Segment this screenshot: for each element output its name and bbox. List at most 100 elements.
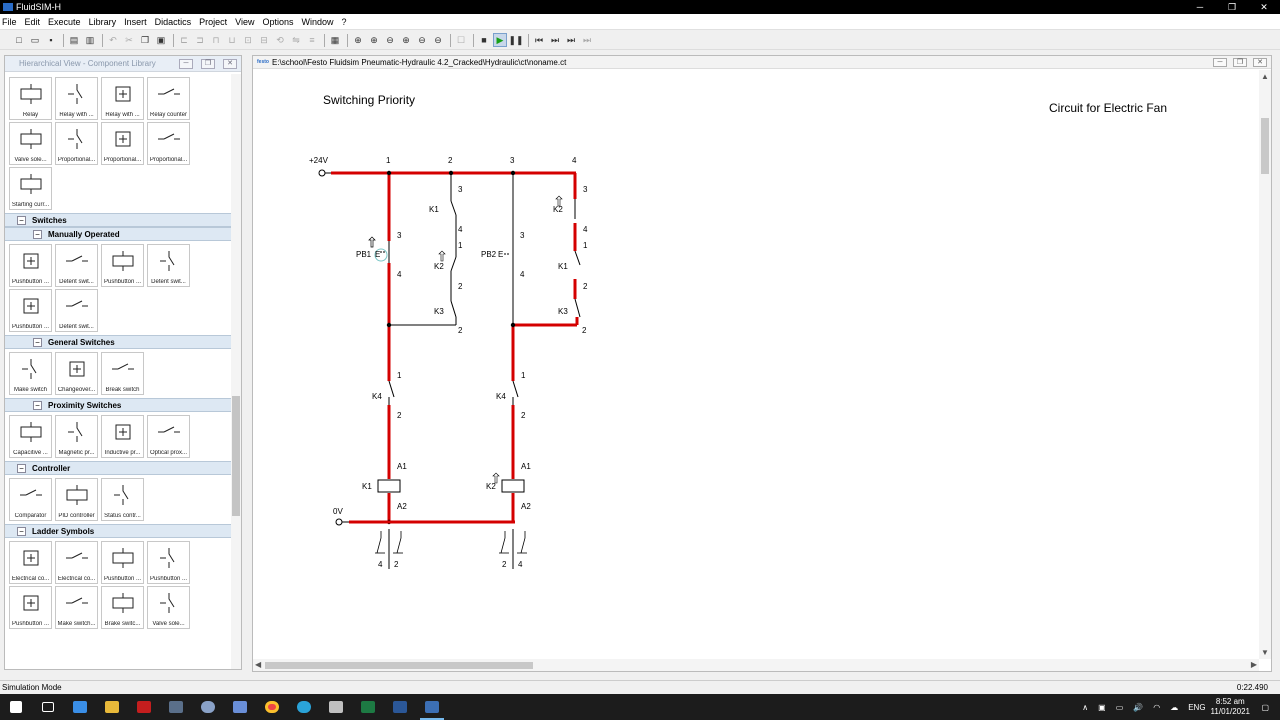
canvas-horizontal-scrollbar[interactable]: ◀ ▶ bbox=[253, 659, 1259, 671]
copy-icon[interactable]: ❐ bbox=[138, 33, 152, 47]
collapse-icon[interactable]: − bbox=[33, 229, 42, 239]
component-tile[interactable]: Changeover... bbox=[55, 352, 98, 395]
collapse-icon[interactable]: − bbox=[33, 400, 42, 410]
align-left-icon[interactable]: ⊏ bbox=[177, 33, 191, 47]
pause-icon[interactable]: ❚❚ bbox=[508, 33, 523, 47]
circuit-canvas[interactable]: Switching Priority Circuit for Electric … bbox=[253, 70, 1259, 660]
component-tile[interactable]: Pushbutton ... bbox=[101, 541, 144, 584]
menu-didactics[interactable]: Didactics bbox=[155, 17, 192, 27]
component-tile[interactable]: Proportional... bbox=[147, 122, 190, 165]
component-tile[interactable]: Break switch bbox=[101, 352, 144, 395]
component-tile[interactable]: Starting curr... bbox=[9, 167, 52, 210]
scroll-up-icon[interactable]: ▲ bbox=[1261, 72, 1269, 81]
component-tile[interactable]: Detent swit... bbox=[147, 244, 190, 287]
print-preview-icon[interactable]: ▤ bbox=[67, 33, 81, 47]
menu-window[interactable]: Window bbox=[302, 17, 334, 27]
component-tile[interactable]: Optical prox... bbox=[147, 415, 190, 458]
rotate-icon[interactable]: ⟲ bbox=[273, 33, 287, 47]
component-tile[interactable]: Make switch... bbox=[55, 586, 98, 629]
component-tile[interactable]: Valve sole... bbox=[9, 122, 52, 165]
zoom-in-icon[interactable]: ⊕ bbox=[367, 33, 381, 47]
component-tile[interactable]: Relay with ... bbox=[55, 77, 98, 120]
component-tile[interactable]: Status contr... bbox=[101, 478, 144, 521]
component-tile[interactable]: Pushbutton ... bbox=[101, 244, 144, 287]
panel-restore-button[interactable]: ❐ bbox=[201, 59, 215, 69]
play-icon[interactable]: ▶ bbox=[493, 33, 507, 47]
language-indicator[interactable]: ENG bbox=[1188, 703, 1205, 712]
grid-icon[interactable]: ▦ bbox=[328, 33, 342, 47]
zoom-actual-icon[interactable]: ⊕ bbox=[351, 33, 365, 47]
component-tile[interactable]: Pushbutton ... bbox=[9, 244, 52, 287]
scroll-left-icon[interactable]: ◀ bbox=[255, 660, 261, 669]
task-view-button[interactable] bbox=[32, 694, 64, 720]
doc-restore-button[interactable]: ❐ bbox=[1233, 58, 1247, 67]
component-tile[interactable]: Detent swit... bbox=[55, 244, 98, 287]
cloud-icon[interactable]: ☁ bbox=[1170, 703, 1178, 712]
align-middle-icon[interactable]: ⊡ bbox=[241, 33, 255, 47]
stop-icon[interactable]: ■ bbox=[477, 33, 491, 47]
close-button[interactable]: ✕ bbox=[1248, 0, 1280, 14]
taskbar-chrome[interactable] bbox=[256, 694, 288, 720]
align-top-icon[interactable]: ⊔ bbox=[225, 33, 239, 47]
check-icon[interactable]: ☐ bbox=[454, 33, 468, 47]
taskbar-app[interactable] bbox=[64, 694, 96, 720]
taskbar-app[interactable] bbox=[192, 694, 224, 720]
component-tile[interactable]: Pushbutton ... bbox=[9, 586, 52, 629]
fast-forward-icon[interactable]: ⏭ bbox=[580, 33, 594, 47]
library-category[interactable]: − Controller bbox=[5, 461, 233, 475]
library-category[interactable]: − Ladder Symbols bbox=[5, 524, 233, 538]
component-tile[interactable]: Electrical co... bbox=[55, 541, 98, 584]
minimize-button[interactable]: ─ bbox=[1184, 0, 1216, 14]
taskbar-edge[interactable] bbox=[288, 694, 320, 720]
canvas-vertical-scrollbar[interactable]: ▲ ▼ bbox=[1259, 70, 1271, 659]
menu-insert[interactable]: Insert bbox=[124, 17, 147, 27]
network-icon[interactable]: ◠ bbox=[1153, 703, 1160, 712]
menu-file[interactable]: File bbox=[2, 17, 17, 27]
battery-icon[interactable]: ▭ bbox=[1116, 703, 1124, 712]
library-category[interactable]: − Switches bbox=[5, 213, 233, 227]
taskbar-app[interactable] bbox=[224, 694, 256, 720]
taskbar-app[interactable] bbox=[320, 694, 352, 720]
taskbar-app[interactable] bbox=[160, 694, 192, 720]
menu-help[interactable]: ? bbox=[342, 17, 347, 27]
start-button[interactable] bbox=[0, 694, 32, 720]
component-tile[interactable]: Electrical co... bbox=[9, 541, 52, 584]
collapse-icon[interactable]: − bbox=[17, 526, 26, 536]
doc-close-button[interactable]: ✕ bbox=[1253, 58, 1267, 67]
component-tile[interactable]: Make switch bbox=[9, 352, 52, 395]
component-tile[interactable]: Valve sole... bbox=[147, 586, 190, 629]
component-tile[interactable]: Capacitive ... bbox=[9, 415, 52, 458]
circuit-diagram[interactable]: Switching Priority Circuit for Electric … bbox=[253, 70, 1259, 660]
clock[interactable]: 8:52 am 11/01/2021 bbox=[1211, 697, 1250, 717]
horizontal-scroll-thumb[interactable] bbox=[265, 662, 533, 669]
panel-close-button[interactable]: ✕ bbox=[223, 59, 237, 69]
taskbar-fluidsim[interactable] bbox=[416, 694, 448, 720]
flip-icon[interactable]: ≡ bbox=[305, 33, 319, 47]
component-tile[interactable]: PID controller bbox=[55, 478, 98, 521]
menu-edit[interactable]: Edit bbox=[25, 17, 41, 27]
panel-minimize-button[interactable]: ─ bbox=[179, 59, 193, 69]
component-tile[interactable]: Relay with ... bbox=[101, 77, 144, 120]
menu-project[interactable]: Project bbox=[199, 17, 227, 27]
taskbar-app[interactable] bbox=[128, 694, 160, 720]
doc-minimize-button[interactable]: ─ bbox=[1213, 58, 1227, 67]
component-tile[interactable]: Inductive pr... bbox=[101, 415, 144, 458]
notification-icon[interactable]: ▢ bbox=[1261, 703, 1269, 712]
open-file-icon[interactable]: ▭ bbox=[28, 33, 42, 47]
taskbar-word[interactable] bbox=[384, 694, 416, 720]
library-category[interactable]: − Proximity Switches bbox=[5, 398, 233, 412]
taskbar-excel[interactable] bbox=[352, 694, 384, 720]
taskbar-app[interactable] bbox=[96, 694, 128, 720]
zoom-window-icon[interactable]: ⊕ bbox=[399, 33, 413, 47]
align-right-icon[interactable]: ⊓ bbox=[209, 33, 223, 47]
component-tile[interactable]: Relay bbox=[9, 77, 52, 120]
menu-options[interactable]: Options bbox=[262, 17, 293, 27]
volume-icon[interactable]: 🔊 bbox=[1133, 703, 1143, 712]
new-file-icon[interactable]: □ bbox=[12, 33, 26, 47]
save-icon[interactable]: ▪ bbox=[44, 33, 58, 47]
collapse-icon[interactable]: − bbox=[33, 337, 42, 347]
vertical-scroll-thumb[interactable] bbox=[1261, 118, 1269, 174]
component-tile[interactable]: Relay counter bbox=[147, 77, 190, 120]
mirror-icon[interactable]: ⇋ bbox=[289, 33, 303, 47]
component-tile[interactable]: Detent swit... bbox=[55, 289, 98, 332]
